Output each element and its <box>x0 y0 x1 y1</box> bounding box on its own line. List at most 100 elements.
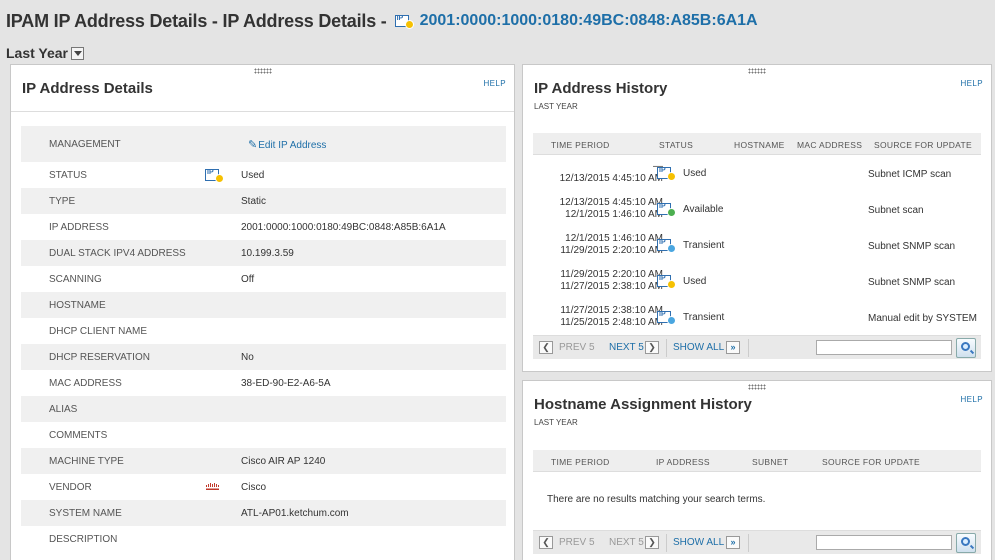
panel-subtitle: LAST YEAR <box>534 102 578 111</box>
column-header-hostname[interactable]: HOSTNAME <box>734 140 785 150</box>
row-label: DHCP CLIENT NAME <box>49 325 147 337</box>
hostname-grid-header: TIME PERIOD IP ADDRESS SUBNET SOURCE FOR… <box>533 450 981 472</box>
help-link[interactable]: HELP <box>961 79 984 88</box>
column-header-ip-address[interactable]: IP ADDRESS <box>656 457 710 467</box>
ip-used-icon <box>394 15 414 29</box>
next-page-button[interactable]: ❯ <box>645 341 659 354</box>
divider <box>748 534 749 552</box>
history-grid-header: TIME PERIOD STATUS HOSTNAME MAC ADDRESS … <box>533 133 981 155</box>
prev-5-link[interactable]: PREV 5 <box>559 342 595 353</box>
next-5-link[interactable]: NEXT 5 <box>609 537 644 548</box>
panel-subtitle: LAST YEAR <box>534 418 578 427</box>
ip-transient-icon <box>657 311 676 325</box>
pencil-icon: ✎ <box>248 138 258 151</box>
column-header-subnet[interactable]: SUBNET <box>752 457 788 467</box>
row-value: No <box>241 351 254 363</box>
source-cell: Subnet SNMP scan <box>868 277 956 288</box>
ip-address-details-panel: HELP IP Address Details MANAGEMENT ✎Edit… <box>10 64 515 560</box>
row-label: TYPE <box>49 195 76 207</box>
source-cell: Manual edit by SYSTEM <box>868 313 977 324</box>
help-link[interactable]: HELP <box>484 79 507 88</box>
row-value: Cisco <box>241 481 267 493</box>
row-label: MACHINE TYPE <box>49 455 124 467</box>
ip-available-icon <box>657 203 676 217</box>
prev-page-button[interactable]: ❮ <box>539 536 553 549</box>
search-button[interactable] <box>956 338 976 358</box>
edit-link-text[interactable]: Edit IP Address <box>258 140 326 151</box>
row-value: Off <box>241 273 255 285</box>
time-period: —12/13/2015 4:45:10 AM <box>559 161 663 184</box>
column-header-source[interactable]: SOURCE FOR UPDATE <box>874 140 972 150</box>
edit-ip-address-link[interactable]: ✎Edit IP Address <box>248 138 326 151</box>
panel-title: IP Address Details <box>22 80 153 97</box>
drag-handle-icon[interactable] <box>253 68 272 74</box>
time-period: 11/29/2015 2:20:10 AM 11/27/2015 2:38:10 … <box>560 269 663 292</box>
prev-5-link[interactable]: PREV 5 <box>559 537 595 548</box>
row-label: DUAL STACK IPV4 ADDRESS <box>49 247 186 259</box>
details-row-dual-stack: DUAL STACK IPV4 ADDRESS 10.199.3.59 <box>21 240 506 266</box>
drag-handle-icon[interactable] <box>748 68 766 74</box>
help-link[interactable]: HELP <box>961 395 984 404</box>
divider <box>666 534 667 552</box>
status-cell: Used <box>657 167 706 181</box>
timeframe-label[interactable]: Last Year <box>6 45 68 61</box>
table-row: 12/13/2015 4:45:10 AM 12/1/2015 1:46:10 A… <box>533 193 981 229</box>
page-title: IPAM IP Address Details - IP Address Det… <box>6 10 387 31</box>
page-title-ip[interactable]: 2001:0000:1000:0180:49BC:0848:A85B:6A1A <box>420 12 758 30</box>
hostname-search-input[interactable] <box>816 535 952 550</box>
status-cell: Transient <box>657 311 724 325</box>
drag-handle-icon[interactable] <box>748 384 766 390</box>
details-row-comments: COMMENTS <box>21 422 506 448</box>
ip-transient-icon <box>657 239 676 253</box>
show-all-link[interactable]: SHOW ALL <box>673 537 724 548</box>
column-header-source[interactable]: SOURCE FOR UPDATE <box>822 457 920 467</box>
panel-title: Hostname Assignment History <box>534 396 752 413</box>
row-value: ATL-AP01.ketchum.com <box>241 507 349 519</box>
row-label: MANAGEMENT <box>49 138 121 150</box>
hostname-assignment-history-panel: HELP Hostname Assignment History LAST YE… <box>522 380 992 560</box>
row-label: SYSTEM NAME <box>49 507 122 519</box>
row-label: MAC ADDRESS <box>49 377 122 389</box>
row-label: COMMENTS <box>49 429 108 441</box>
search-icon <box>961 537 970 546</box>
column-header-mac-address[interactable]: MAC ADDRESS <box>797 140 862 150</box>
prev-page-button[interactable]: ❮ <box>539 341 553 354</box>
timeframe-selector[interactable]: Last Year <box>6 45 85 61</box>
details-row-ip-address: IP ADDRESS 2001:0000:1000:0180:49BC:0848… <box>21 214 506 240</box>
details-row-dhcp-reservation: DHCP RESERVATION No <box>21 344 506 370</box>
show-all-icon[interactable]: » <box>726 536 740 549</box>
source-cell: Subnet SNMP scan <box>868 241 956 252</box>
table-row: 11/27/2015 2:38:10 AM 11/25/2015 2:48:10 … <box>533 301 981 337</box>
row-label: DESCRIPTION <box>49 533 118 545</box>
row-label: SCANNING <box>49 273 102 285</box>
time-period: 12/13/2015 4:45:10 AM 12/1/2015 1:46:10 A… <box>559 197 663 220</box>
show-all-link[interactable]: SHOW ALL <box>673 342 724 353</box>
next-page-button[interactable]: ❯ <box>645 536 659 549</box>
time-period: 11/27/2015 2:38:10 AM 11/25/2015 2:48:10 … <box>560 305 663 328</box>
row-label: STATUS <box>49 169 87 181</box>
details-row-vendor: VENDOR Cisco <box>21 474 506 500</box>
next-5-link[interactable]: NEXT 5 <box>609 342 644 353</box>
divider <box>11 111 514 112</box>
details-row-dhcp-client: DHCP CLIENT NAME <box>21 318 506 344</box>
column-header-status[interactable]: STATUS <box>659 140 693 150</box>
row-label: ALIAS <box>49 403 78 415</box>
ip-used-icon <box>657 275 676 289</box>
details-row-management: MANAGEMENT ✎Edit IP Address <box>21 126 506 162</box>
column-header-time-period[interactable]: TIME PERIOD <box>551 457 610 467</box>
table-row: —12/13/2015 4:45:10 AM Used Subnet ICMP … <box>533 157 981 193</box>
divider <box>666 339 667 357</box>
column-header-time-period[interactable]: TIME PERIOD <box>551 140 610 150</box>
history-search-input[interactable] <box>816 340 952 355</box>
ip-used-icon <box>205 169 224 183</box>
ip-address-history-panel: HELP IP Address History LAST YEAR TIME P… <box>522 64 992 372</box>
search-button[interactable] <box>956 533 976 553</box>
history-pager: ❮ PREV 5 NEXT 5 ❯ SHOW ALL » <box>533 335 981 359</box>
row-value: Cisco AIR AP 1240 <box>241 455 326 467</box>
chevron-down-icon[interactable] <box>71 46 85 60</box>
row-value: 38-ED-90-E2-A6-5A <box>241 377 331 389</box>
show-all-icon[interactable]: » <box>726 341 740 354</box>
row-value: 10.199.3.59 <box>241 247 294 259</box>
details-row-mac-address: MAC ADDRESS 38-ED-90-E2-A6-5A <box>21 370 506 396</box>
details-row-machine-type: MACHINE TYPE Cisco AIR AP 1240 <box>21 448 506 474</box>
